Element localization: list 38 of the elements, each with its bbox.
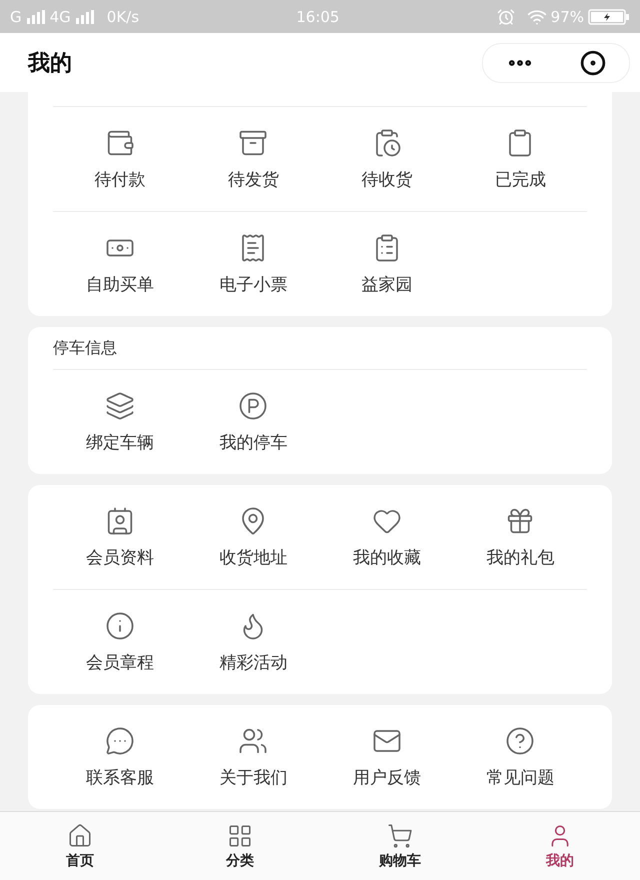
menu-item-label[interactable]: 联系客服 bbox=[86, 766, 154, 788]
menu-item-label[interactable]: 自助买单 bbox=[86, 272, 154, 296]
menu-item-label[interactable]: 已完成 bbox=[494, 168, 546, 190]
menu-item-label[interactable]: 用户反馈 bbox=[352, 766, 421, 788]
section-title: 停车信息 bbox=[53, 336, 118, 358]
menu-item-label[interactable]: 待收货 bbox=[361, 168, 412, 190]
menu-item-label[interactable]: 精彩活动 bbox=[219, 650, 288, 674]
menu-item-label[interactable]: 绑定车辆 bbox=[86, 430, 154, 454]
grid-icon bbox=[227, 822, 253, 848]
battery-icon bbox=[588, 8, 630, 26]
info-icon[interactable] bbox=[104, 610, 135, 640]
target-icon[interactable] bbox=[580, 50, 606, 76]
chat-icon[interactable] bbox=[104, 726, 135, 756]
menu-item-label[interactable]: 我的礼包 bbox=[486, 546, 554, 568]
signal-icon bbox=[26, 10, 46, 24]
page-title: 我的 bbox=[28, 50, 72, 78]
menu-item-label[interactable]: 我的停车 bbox=[219, 430, 288, 454]
squares-icon[interactable] bbox=[104, 390, 135, 420]
menu-item-label[interactable]: 电子小票 bbox=[219, 272, 288, 296]
menu-item-label[interactable]: 会员资料 bbox=[86, 546, 154, 568]
alarm-icon bbox=[496, 8, 515, 26]
tab-item[interactable]: 首页 bbox=[0, 812, 160, 880]
menu-item-label[interactable]: 关于我们 bbox=[219, 766, 288, 788]
tab-item[interactable]: 我的 bbox=[480, 812, 640, 880]
menu-item-label[interactable]: 收货地址 bbox=[219, 546, 288, 568]
menu-item-label[interactable]: 待发货 bbox=[228, 168, 279, 190]
signal-icon bbox=[74, 10, 95, 24]
parking-icon[interactable] bbox=[238, 390, 268, 420]
help-icon[interactable] bbox=[505, 726, 536, 756]
tab-item[interactable]: 购物车 bbox=[320, 812, 480, 880]
home-icon bbox=[67, 822, 93, 848]
cart-icon bbox=[387, 822, 413, 848]
menu-item-label[interactable]: 我的收藏 bbox=[352, 546, 421, 568]
menu-item-label[interactable]: 待付款 bbox=[94, 168, 146, 190]
menu-item-label[interactable]: 常见问题 bbox=[486, 766, 554, 788]
menu-item-label[interactable]: 益家园 bbox=[361, 272, 412, 296]
menu-item-label[interactable]: 会员章程 bbox=[86, 650, 154, 674]
tab-item[interactable]: 分类 bbox=[160, 812, 320, 880]
